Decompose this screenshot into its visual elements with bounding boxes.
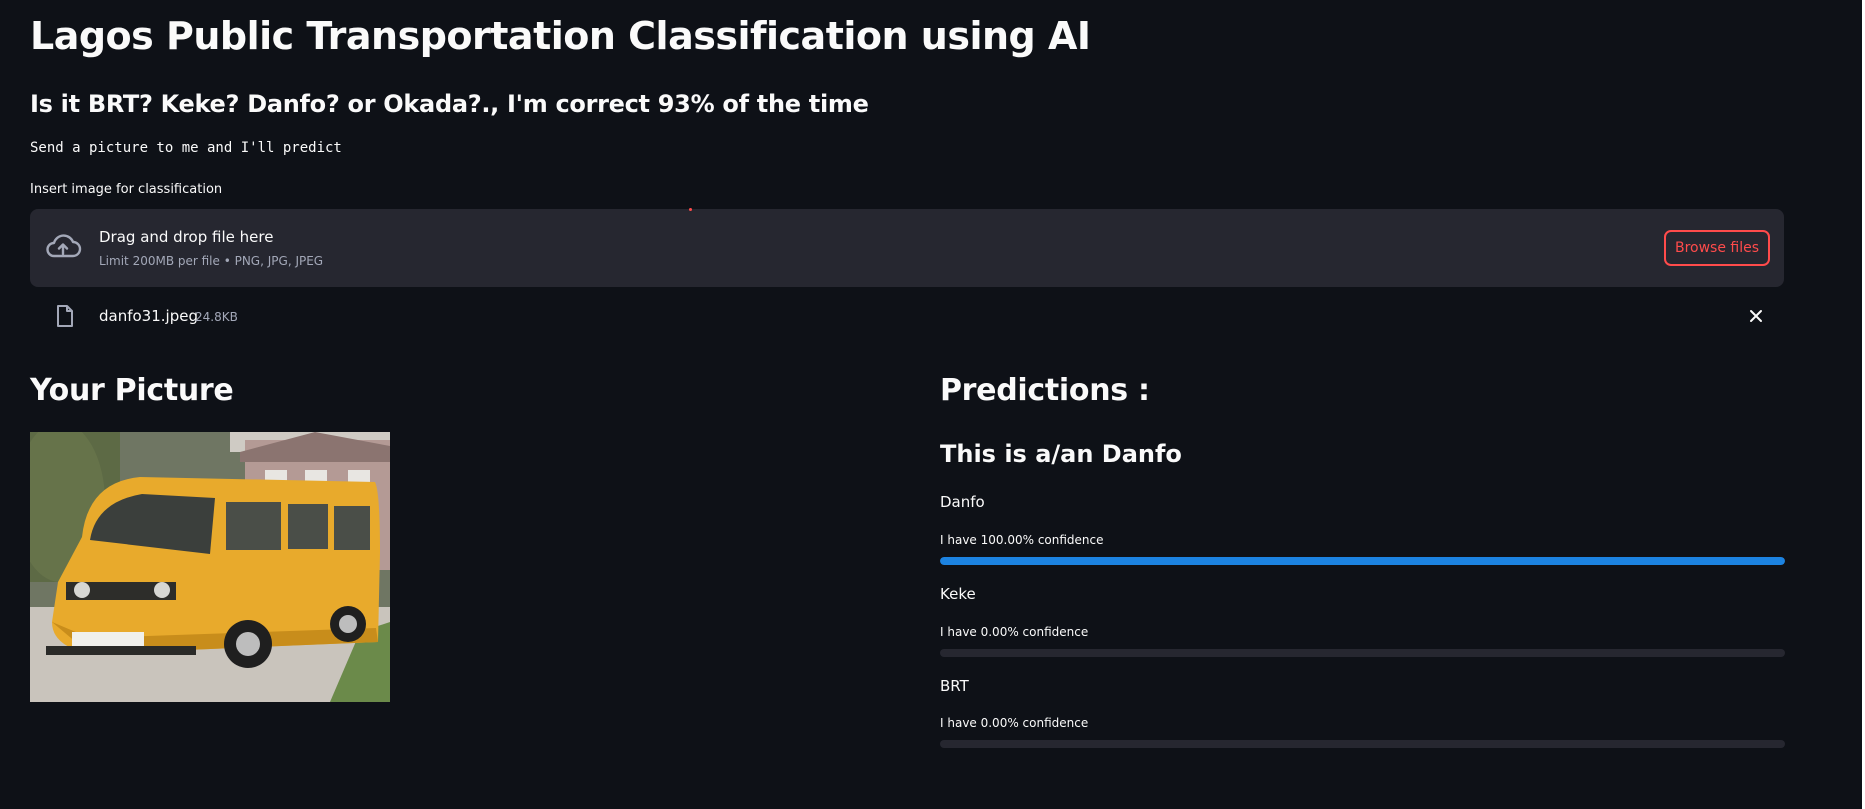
prediction-label-keke: Keke [940, 585, 976, 603]
confidence-bar-keke [940, 649, 1785, 657]
uploader-label: Insert image for classification [30, 182, 223, 197]
page-title: Lagos Public Transportation Classificati… [30, 14, 1091, 58]
uploaded-file-row: danfo31.jpeg 24.8KB [30, 298, 1784, 334]
confidence-text-brt: I have 0.00% confidence [940, 716, 1089, 730]
prediction-result: This is a/an Danfo [940, 440, 1182, 468]
dropzone-instructions: Drag and drop file here [99, 228, 274, 246]
confidence-bar-brt [940, 740, 1785, 748]
uploaded-file-size: 24.8KB [195, 310, 238, 324]
your-picture-heading: Your Picture [30, 373, 234, 408]
confidence-bar-fill [940, 557, 1785, 565]
status-indicator [689, 208, 692, 211]
page-subtitle: Is it BRT? Keke? Danfo? or Okada?., I'm … [30, 90, 869, 118]
confidence-text-danfo: I have 100.00% confidence [940, 533, 1104, 547]
close-icon[interactable] [1746, 306, 1766, 326]
prediction-label-danfo: Danfo [940, 493, 985, 511]
instruction-text: Send a picture to me and I'll predict [30, 140, 342, 156]
confidence-text-keke: I have 0.00% confidence [940, 625, 1089, 639]
van-photo [30, 432, 390, 702]
file-dropzone[interactable]: Drag and drop file here Limit 200MB per … [30, 209, 1784, 287]
uploaded-file-name: danfo31.jpeg [99, 307, 198, 325]
browse-files-button[interactable]: Browse files [1664, 230, 1770, 266]
predictions-heading: Predictions : [940, 373, 1150, 408]
confidence-bar-danfo [940, 557, 1785, 565]
cloud-upload-icon [46, 234, 82, 258]
uploaded-image [30, 432, 390, 702]
dropzone-limit: Limit 200MB per file • PNG, JPG, JPEG [99, 254, 324, 268]
prediction-label-brt: BRT [940, 677, 969, 695]
file-icon [57, 305, 73, 327]
